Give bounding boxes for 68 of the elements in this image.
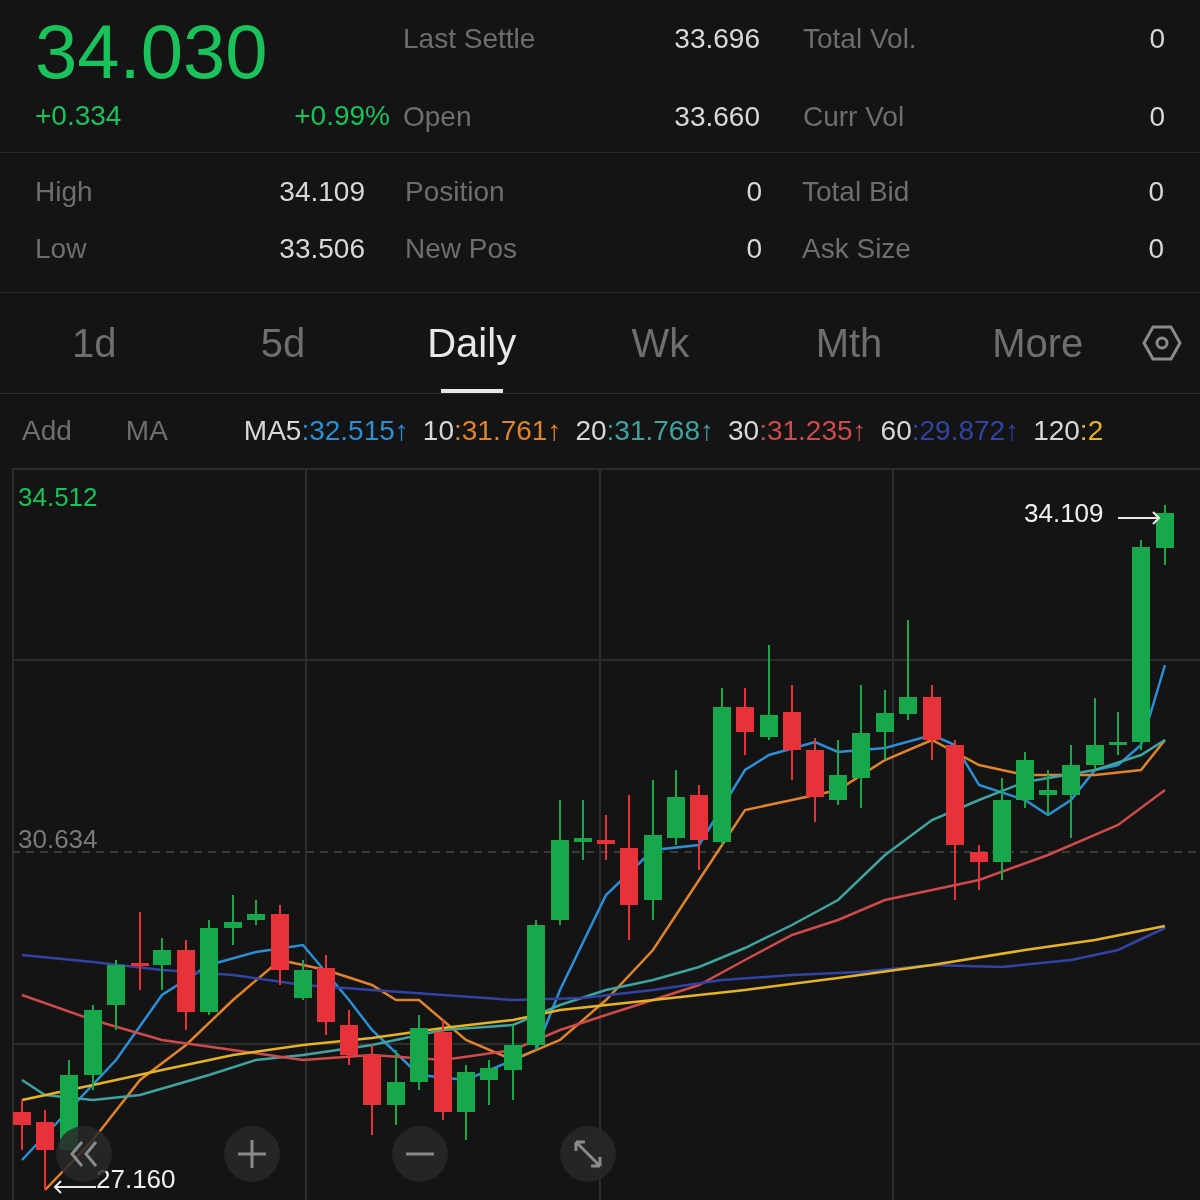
last-price: 34.030 xyxy=(35,14,269,90)
stat-value: 0 xyxy=(1149,23,1165,55)
plus-icon xyxy=(237,1139,267,1169)
candlestick xyxy=(107,959,125,1031)
period-tab[interactable]: More xyxy=(943,293,1133,393)
settings-icon xyxy=(1142,325,1183,361)
stat-label: Curr Vol xyxy=(803,101,905,133)
moving-average-reading: 10:31.761↑ xyxy=(422,415,562,447)
moving-average-reading: 30:31.235↑ xyxy=(728,415,867,447)
moving-average-reading: MA5:32.515↑ xyxy=(243,415,409,447)
candlestick xyxy=(153,937,171,991)
candlestick xyxy=(736,687,754,756)
stat-label: Total Bid xyxy=(802,175,910,208)
high-price-marker: 34.109 xyxy=(1024,498,1104,529)
candlestick xyxy=(294,959,312,1001)
stat-value: 0 xyxy=(1149,101,1165,133)
stat-label: Total Vol. xyxy=(803,23,917,55)
period-tab[interactable]: Mth xyxy=(754,293,944,393)
stat-value: 0 xyxy=(746,175,762,208)
stat-label: Open xyxy=(403,101,472,133)
candlestick xyxy=(1109,711,1127,756)
period-tab[interactable]: Daily xyxy=(377,293,566,393)
moving-average-reading: 120:2 xyxy=(1033,415,1104,447)
candlestick xyxy=(13,1099,31,1151)
moving-average-reading: 60:29.872↑ xyxy=(880,415,1020,447)
stat-label: Ask Size xyxy=(802,232,911,265)
stat-value: 33.660 xyxy=(674,101,760,133)
stat-value: 0 xyxy=(1148,232,1164,265)
candlestick xyxy=(224,894,242,946)
candlestick xyxy=(340,1009,358,1066)
stat-value: 33.506 xyxy=(279,232,365,265)
axis-label: 30.634 xyxy=(18,824,98,855)
price-change: +0.334 xyxy=(35,100,122,132)
candlestick xyxy=(597,814,615,861)
arrow-icon xyxy=(1116,511,1162,525)
candlestick xyxy=(829,739,847,806)
period-tab[interactable]: 1d xyxy=(0,293,189,393)
expand-icon xyxy=(573,1139,603,1169)
zoom-out-button[interactable] xyxy=(392,1126,448,1182)
percent-change: +0.99% xyxy=(294,100,390,132)
candlestick xyxy=(574,799,592,861)
moving-average-reading: 20:31.768↑ xyxy=(575,415,714,447)
axis-label: 34.512 xyxy=(18,482,98,513)
ma-indicator-link[interactable]: MA xyxy=(125,415,168,447)
minus-icon xyxy=(405,1152,435,1156)
candlestick xyxy=(970,844,988,891)
stat-label: Low xyxy=(35,232,87,265)
zoom-in-button[interactable] xyxy=(224,1126,280,1182)
candlestick xyxy=(1156,504,1174,566)
stat-value: 0 xyxy=(1148,175,1164,208)
add-indicator-link[interactable]: Add xyxy=(22,415,72,447)
stat-value: 0 xyxy=(746,232,762,265)
stat-value: 34.109 xyxy=(279,175,365,208)
stat-value: 33.696 xyxy=(674,23,760,55)
candlestick xyxy=(480,1059,498,1106)
stat-label: High xyxy=(35,175,93,208)
candlestick xyxy=(247,899,265,926)
stat-label: Last Settle xyxy=(403,23,536,55)
stat-label: New Pos xyxy=(405,232,518,265)
arrow-icon xyxy=(52,1180,98,1194)
period-tab[interactable]: 5d xyxy=(188,293,378,393)
low-price-marker: 27.160 xyxy=(96,1164,176,1195)
stat-label: Position xyxy=(405,175,505,208)
candlestick xyxy=(876,689,894,761)
double-chevron-left-icon xyxy=(68,1140,100,1168)
candlestick xyxy=(1016,751,1034,809)
candlestick xyxy=(1039,769,1057,816)
period-tab[interactable]: Wk xyxy=(566,293,755,393)
